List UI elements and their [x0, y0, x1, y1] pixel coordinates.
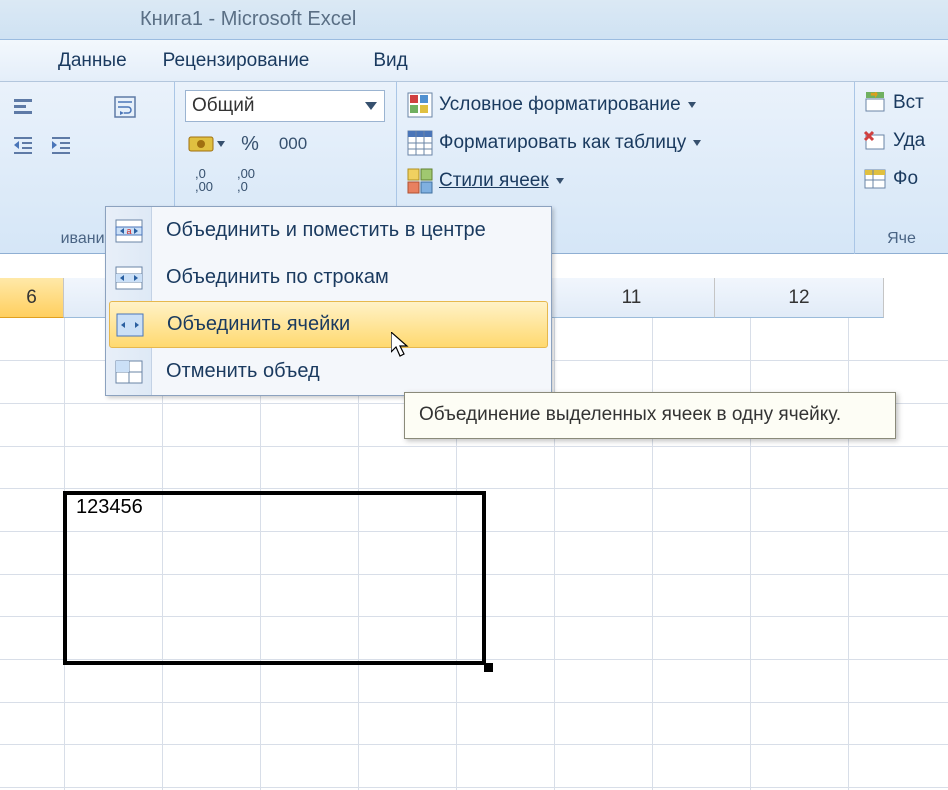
- menu-item-merge-cells[interactable]: Объединить ячейки: [109, 301, 548, 348]
- unmerge-icon: [115, 360, 143, 384]
- currency-button[interactable]: [185, 128, 229, 160]
- indent-decrease-icon: [12, 134, 34, 156]
- cell-styles-icon: [407, 168, 433, 194]
- comma-style-button[interactable]: 000: [271, 128, 315, 160]
- cell-styles-button[interactable]: Стили ячеек: [407, 168, 565, 194]
- number-format-combo[interactable]: Общий: [185, 90, 385, 122]
- chevron-down-icon: [687, 100, 697, 110]
- percent-icon: %: [241, 133, 259, 156]
- format-icon: [863, 168, 887, 190]
- conditional-formatting-button[interactable]: Условное форматирование: [407, 92, 697, 118]
- menu-data[interactable]: Данные: [40, 44, 145, 78]
- menu-item-merge-across[interactable]: Объединить по строкам: [152, 254, 551, 301]
- thousands-icon: 000: [279, 134, 307, 154]
- menu-bar: Данные Рецензирование Вид: [0, 40, 948, 82]
- delete-icon: [863, 130, 887, 152]
- svg-text:a: a: [126, 226, 131, 236]
- window-title: Книга1 - Microsoft Excel: [140, 8, 356, 31]
- merge-center-icon: a: [115, 219, 143, 243]
- menu-view[interactable]: Вид: [355, 44, 425, 78]
- decrease-decimal-icon: ,00,0: [237, 167, 255, 193]
- chevron-down-icon: [692, 138, 702, 148]
- conditional-format-icon: [407, 92, 433, 118]
- increase-decimal-button[interactable]: ,0,00: [185, 164, 223, 196]
- selection-handle[interactable]: [484, 663, 493, 672]
- indent-increase-button[interactable]: [44, 128, 78, 162]
- menu-reviewing[interactable]: Рецензирование: [145, 44, 328, 78]
- merge-cells-icon: [116, 313, 144, 337]
- tooltip: Объединение выделенных ячеек в одну ячей…: [404, 392, 896, 439]
- wrap-text-icon: [113, 95, 137, 119]
- merge-across-icon: [115, 266, 143, 290]
- chevron-down-icon: [555, 176, 565, 186]
- align-top-button[interactable]: [6, 90, 40, 124]
- chevron-down-icon: [216, 139, 226, 149]
- ribbon-group-cells: Вст Уда Фо Яче: [855, 82, 948, 254]
- indent-increase-icon: [50, 134, 72, 156]
- insert-cells-button[interactable]: Вст: [863, 92, 924, 114]
- column-header[interactable]: 6: [0, 278, 64, 318]
- cell-value: 123456: [76, 496, 143, 519]
- format-table-icon: [407, 130, 433, 156]
- wrap-text-button[interactable]: [108, 90, 142, 124]
- delete-cells-button[interactable]: Уда: [863, 130, 925, 152]
- format-as-table-button[interactable]: Форматировать как таблицу: [407, 130, 702, 156]
- number-format-value: Общий: [192, 95, 255, 117]
- format-button[interactable]: Фо: [863, 168, 918, 190]
- title-bar: Книга1 - Microsoft Excel: [0, 0, 948, 40]
- menu-item-merge-center[interactable]: a Объединить и поместить в центре: [152, 207, 551, 254]
- decrease-decimal-button[interactable]: ,00,0: [227, 164, 265, 196]
- increase-decimal-icon: ,0,00: [195, 167, 213, 193]
- chevron-down-icon: [364, 99, 378, 113]
- currency-icon: [188, 133, 214, 155]
- column-header[interactable]: 12: [715, 278, 884, 318]
- insert-icon: [863, 92, 887, 114]
- align-icon: [12, 96, 34, 118]
- indent-decrease-button[interactable]: [6, 128, 40, 162]
- column-header[interactable]: 11: [549, 278, 715, 318]
- merge-dropdown-menu: a Объединить и поместить в центре Объеди…: [105, 206, 552, 396]
- group-label-cells: Яче: [855, 230, 948, 248]
- menu-item-unmerge[interactable]: Отменить объед: [152, 348, 551, 395]
- percent-button[interactable]: %: [233, 128, 267, 160]
